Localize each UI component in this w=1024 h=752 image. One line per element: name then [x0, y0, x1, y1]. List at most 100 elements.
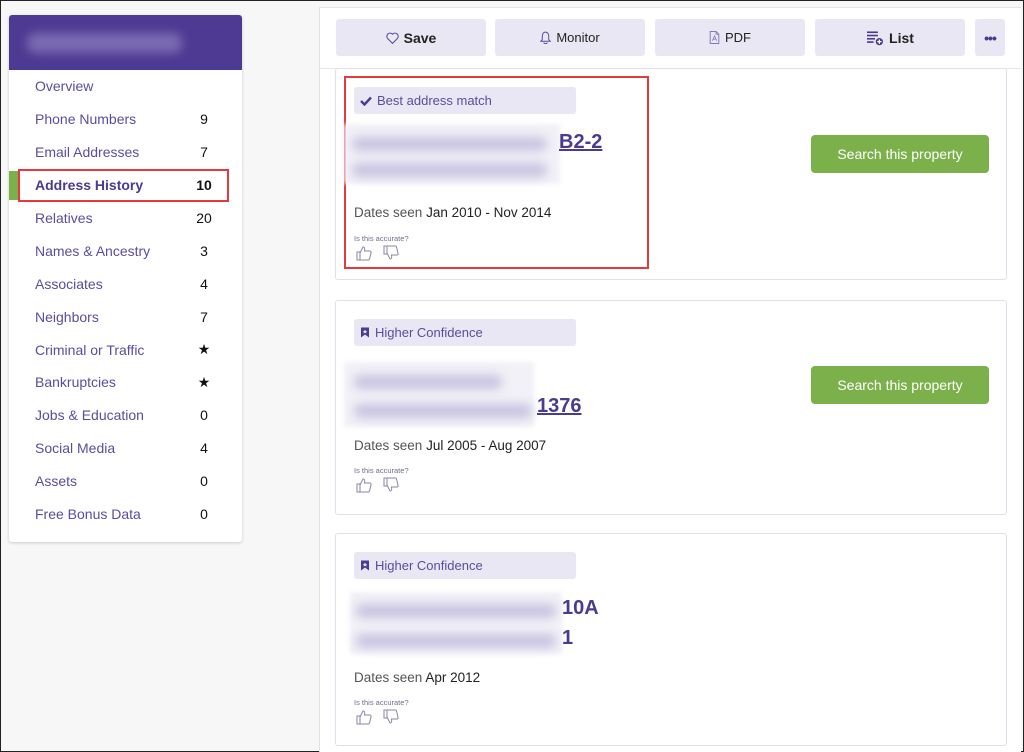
star-icon: ★: [197, 341, 211, 358]
search-property-button[interactable]: Search this property: [811, 366, 989, 404]
accuracy-feedback: [356, 245, 399, 261]
list-label: List: [889, 29, 914, 46]
sidebar-item-label: Jobs & Education: [35, 407, 144, 424]
address-link[interactable]: 1376: [537, 395, 582, 418]
sidebar-header: [9, 15, 242, 70]
sidebar-item-neighbors[interactable]: Neighbors 7: [9, 300, 242, 333]
redacted-address-line: [354, 375, 502, 389]
dates-seen: Dates seen Jul 2005 - Aug 2007: [354, 438, 546, 453]
sidebar-item-free-bonus-data[interactable]: Free Bonus Data 0: [9, 498, 242, 531]
accuracy-prompt: Is this accurate?: [354, 234, 409, 243]
sidebar-item-count: 0: [200, 407, 208, 424]
sidebar-item-label: Criminal or Traffic: [35, 341, 145, 358]
more-options-button[interactable]: •••: [975, 19, 1005, 56]
thumbs-down-icon[interactable]: [383, 477, 399, 493]
sidebar-item-jobs-education[interactable]: Jobs & Education 0: [9, 399, 242, 432]
redacted-address-line: [352, 163, 547, 177]
sidebar-item-label: Address History: [35, 177, 144, 194]
main-panel: Save Monitor PDF List ••• Best address m…: [319, 7, 1021, 752]
redacted-address-line: [352, 137, 547, 151]
star-icon: ★: [197, 373, 211, 390]
sidebar-item-email-addresses[interactable]: Email Addresses 7: [9, 136, 242, 169]
dates-value: Jul 2005 - Aug 2007: [426, 438, 547, 453]
heart-icon: [385, 32, 399, 44]
thumbs-up-icon[interactable]: [356, 245, 372, 261]
sidebar-item-bankruptcies[interactable]: Bankruptcies ★: [9, 366, 242, 399]
dates-label: Dates seen: [354, 205, 423, 220]
ellipsis-icon: •••: [984, 29, 997, 46]
dates-label: Dates seen: [354, 670, 423, 685]
sidebar-item-overview[interactable]: Overview: [9, 70, 242, 103]
address-card: Higher Confidence 10A 1 Dates seen Apr 2…: [335, 533, 1007, 746]
redacted-address-line: [354, 404, 532, 418]
pdf-button[interactable]: PDF: [655, 19, 805, 56]
redacted-person-name: [27, 33, 182, 53]
dates-seen: Dates seen Apr 2012: [354, 670, 480, 685]
sidebar-item-criminal-traffic[interactable]: Criminal or Traffic ★: [9, 333, 242, 366]
sidebar-item-names-ancestry[interactable]: Names & Ancestry 3: [9, 234, 242, 267]
dates-seen: Dates seen Jan 2010 - Nov 2014: [354, 205, 551, 220]
search-property-button[interactable]: Search this property: [811, 135, 989, 173]
thumbs-down-icon[interactable]: [383, 245, 399, 261]
toolbar: Save Monitor PDF List •••: [320, 8, 1021, 69]
thumbs-down-icon[interactable]: [383, 709, 399, 725]
save-button[interactable]: Save: [336, 19, 486, 56]
bell-icon: [540, 31, 552, 44]
thumbs-up-icon[interactable]: [356, 477, 372, 493]
redacted-address-line: [356, 634, 556, 648]
dates-label: Dates seen: [354, 438, 423, 453]
best-match-badge: Best address match: [354, 87, 576, 114]
sidebar-item-label: Overview: [35, 78, 94, 95]
bookmark-icon: [360, 327, 370, 338]
redacted-address-line: [356, 604, 556, 618]
add-to-list-button[interactable]: List: [815, 19, 965, 56]
sidebar-item-count: 0: [200, 506, 208, 523]
address-card: Best address match B2-2 Dates seen Jan 2…: [335, 68, 1007, 280]
accuracy-prompt: Is this accurate?: [354, 466, 409, 475]
sidebar: Overview Phone Numbers 9 Email Addresses…: [9, 15, 242, 542]
badge-label: Higher Confidence: [375, 325, 483, 340]
check-icon: [360, 96, 372, 106]
accuracy-feedback: [356, 709, 399, 725]
sidebar-item-associates[interactable]: Associates 4: [9, 267, 242, 300]
pdf-label: PDF: [725, 30, 751, 45]
sidebar-item-count: 7: [200, 308, 208, 325]
accuracy-prompt: Is this accurate?: [354, 698, 409, 707]
save-label: Save: [403, 29, 437, 46]
sidebar-item-assets[interactable]: Assets 0: [9, 465, 242, 498]
bookmark-icon: [360, 560, 370, 571]
pdf-file-icon: [709, 31, 720, 44]
sidebar-item-count: 4: [200, 440, 208, 457]
address-link[interactable]: B2-2: [559, 131, 602, 154]
sidebar-item-count: 9: [200, 111, 208, 128]
sidebar-item-label: Social Media: [35, 440, 116, 457]
dates-value: Apr 2012: [425, 670, 481, 685]
sidebar-item-relatives[interactable]: Relatives 20: [9, 202, 242, 235]
badge-label: Higher Confidence: [375, 558, 483, 573]
sidebar-nav: Overview Phone Numbers 9 Email Addresses…: [9, 70, 242, 530]
sidebar-item-label: Relatives: [35, 210, 93, 226]
thumbs-up-icon[interactable]: [356, 709, 372, 725]
badge-label: Best address match: [377, 93, 492, 108]
sidebar-item-label: Neighbors: [35, 308, 99, 325]
sidebar-item-label: Email Addresses: [35, 144, 140, 161]
sidebar-item-social-media[interactable]: Social Media 4: [9, 432, 242, 465]
sidebar-item-label: Phone Numbers: [35, 111, 137, 128]
address-card: Higher Confidence 1376 Dates seen Jul 20…: [335, 300, 1007, 515]
address-text: 10A: [562, 597, 599, 619]
sidebar-item-phone-numbers[interactable]: Phone Numbers 9: [9, 103, 242, 136]
accuracy-feedback: [356, 477, 399, 493]
sidebar-item-address-history[interactable]: Address History 10: [9, 168, 242, 202]
sidebar-item-label: Names & Ancestry: [35, 242, 151, 259]
sidebar-item-count: 10: [196, 177, 212, 194]
dates-value: Jan 2010 - Nov 2014: [426, 205, 552, 220]
sidebar-item-count: 0: [200, 473, 208, 490]
sidebar-item-label: Bankruptcies: [35, 374, 116, 391]
sidebar-item-count: 3: [200, 242, 208, 259]
list-add-icon: [866, 30, 884, 46]
sidebar-item-label: Free Bonus Data: [35, 506, 141, 523]
confidence-badge: Higher Confidence: [354, 552, 576, 579]
sidebar-item-count: 20: [196, 210, 212, 226]
sidebar-item-label: Assets: [35, 473, 78, 490]
monitor-button[interactable]: Monitor: [495, 19, 645, 56]
